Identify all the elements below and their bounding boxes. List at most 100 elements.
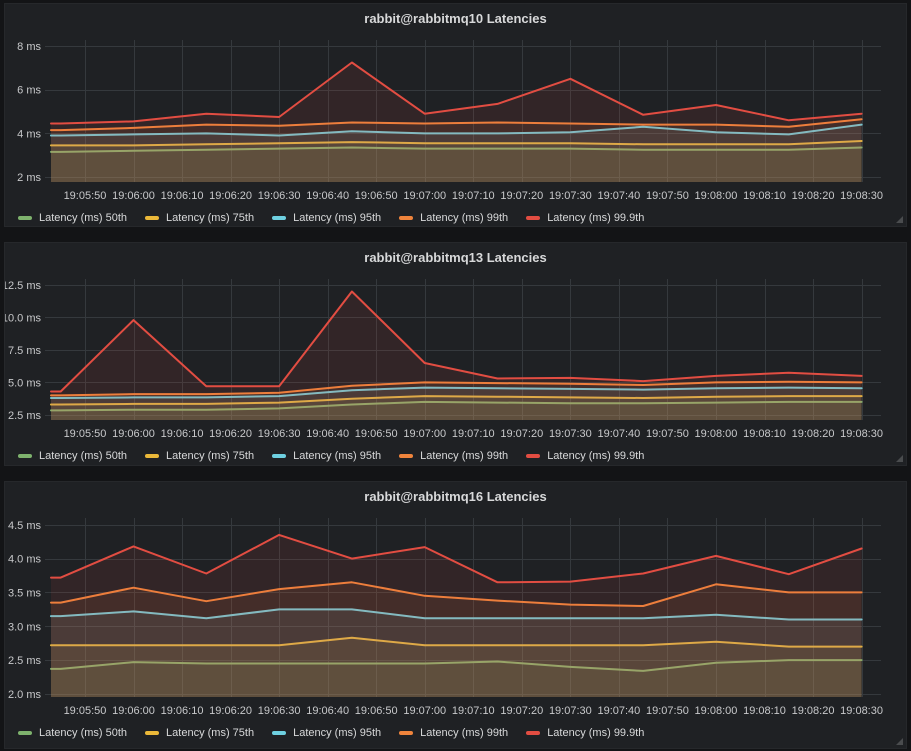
x-tick-label: 19:08:30 [840, 428, 883, 440]
x-tick-label: 19:07:10 [452, 705, 495, 717]
x-tick-label: 19:06:20 [209, 190, 252, 202]
x-tick-label: 19:06:10 [161, 190, 204, 202]
legend-item-50th[interactable]: Latency (ms) 50th [18, 727, 127, 739]
y-tick-label: 4 ms [17, 128, 41, 140]
x-tick-label: 19:08:30 [840, 190, 883, 202]
x-tick-label: 19:06:10 [161, 705, 204, 717]
legend-item-99th[interactable]: Latency (ms) 99th [399, 450, 508, 462]
x-tick-label: 19:08:10 [743, 428, 786, 440]
x-tick-label: 19:07:10 [452, 190, 495, 202]
legend-swatch [272, 454, 286, 458]
legend-item-50th[interactable]: Latency (ms) 50th [18, 450, 127, 462]
legend-swatch [526, 216, 540, 220]
panel-rabbitmq10-latencies: rabbit@rabbitmq10 Latencies 2 ms4 ms6 ms… [4, 3, 907, 227]
graph-legend: Latency (ms) 50th Latency (ms) 75th Latenc… [18, 449, 644, 463]
x-tick-label: 19:07:30 [549, 705, 592, 717]
legend-swatch [272, 216, 286, 220]
y-tick-label: 4.0 ms [8, 554, 42, 566]
x-axis-labels: 19:05:5019:06:0019:06:1019:06:2019:06:30… [64, 428, 883, 440]
x-tick-label: 19:06:40 [306, 705, 349, 717]
legend-item-99.9th[interactable]: Latency (ms) 99.9th [526, 450, 644, 462]
graph-legend: Latency (ms) 50th Latency (ms) 75th Latenc… [18, 726, 644, 740]
y-tick-label: 12.5 ms [5, 280, 41, 292]
latency-graph: 2.0 ms2.5 ms3.0 ms3.5 ms4.0 ms4.5 ms19:0… [5, 482, 908, 750]
x-tick-label: 19:06:40 [306, 428, 349, 440]
legend-item-99.9th[interactable]: Latency (ms) 99.9th [526, 212, 644, 224]
y-axis-labels: 2.0 ms2.5 ms3.0 ms3.5 ms4.0 ms4.5 ms [8, 520, 42, 701]
legend-item-95th[interactable]: Latency (ms) 95th [272, 727, 381, 739]
y-tick-label: 2.0 ms [8, 689, 42, 701]
x-tick-label: 19:08:10 [743, 705, 786, 717]
graph-legend: Latency (ms) 50th Latency (ms) 75th Latenc… [18, 211, 644, 225]
y-tick-label: 2.5 ms [8, 410, 42, 422]
legend-swatch [272, 731, 286, 735]
legend-swatch [145, 454, 159, 458]
x-tick-label: 19:06:50 [355, 190, 398, 202]
x-tick-label: 19:08:20 [792, 705, 835, 717]
legend-item-75th[interactable]: Latency (ms) 75th [145, 727, 254, 739]
panel-title[interactable]: rabbit@rabbitmq13 Latencies [5, 250, 906, 265]
legend-item-95th[interactable]: Latency (ms) 95th [272, 450, 381, 462]
legend-item-75th[interactable]: Latency (ms) 75th [145, 450, 254, 462]
x-tick-label: 19:05:50 [64, 428, 107, 440]
y-tick-label: 6 ms [17, 85, 41, 97]
legend-swatch [399, 454, 413, 458]
legend-item-95th[interactable]: Latency (ms) 95th [272, 212, 381, 224]
legend-item-50th[interactable]: Latency (ms) 50th [18, 212, 127, 224]
y-axis-labels: 2 ms4 ms6 ms8 ms [17, 41, 41, 184]
x-tick-label: 19:08:10 [743, 190, 786, 202]
panel-resize-handle[interactable] [896, 738, 903, 745]
panel-resize-handle[interactable] [896, 216, 903, 223]
x-tick-label: 19:07:40 [597, 705, 640, 717]
legend-label: Latency (ms) 99.9th [547, 450, 644, 462]
y-tick-label: 2 ms [17, 172, 41, 184]
x-tick-label: 19:08:30 [840, 705, 883, 717]
x-tick-label: 19:06:10 [161, 428, 204, 440]
legend-label: Latency (ms) 50th [39, 212, 127, 224]
legend-swatch [526, 454, 540, 458]
x-tick-label: 19:08:00 [695, 428, 738, 440]
legend-label: Latency (ms) 99.9th [547, 212, 644, 224]
graph-area[interactable]: 2 ms4 ms6 ms8 ms19:05:5019:06:0019:06:10… [5, 4, 906, 226]
legend-label: Latency (ms) 99th [420, 212, 508, 224]
legend-swatch [18, 454, 32, 458]
y-axis-labels: 2.5 ms5.0 ms7.5 ms10.0 ms12.5 ms [5, 280, 41, 422]
legend-item-99th[interactable]: Latency (ms) 99th [399, 212, 508, 224]
y-tick-label: 4.5 ms [8, 520, 42, 532]
graph-area[interactable]: 2.0 ms2.5 ms3.0 ms3.5 ms4.0 ms4.5 ms19:0… [5, 482, 906, 748]
panel-resize-handle[interactable] [896, 455, 903, 462]
legend-label: Latency (ms) 95th [293, 212, 381, 224]
x-tick-label: 19:07:20 [500, 705, 543, 717]
x-tick-label: 19:07:30 [549, 428, 592, 440]
graph-area[interactable]: 2.5 ms5.0 ms7.5 ms10.0 ms12.5 ms19:05:50… [5, 243, 906, 465]
grafana-dashboard: { "theme": { "page_background": "#131416… [0, 0, 911, 751]
x-tick-label: 19:06:40 [306, 190, 349, 202]
legend-label: Latency (ms) 95th [293, 727, 381, 739]
x-tick-label: 19:07:00 [403, 190, 446, 202]
x-tick-label: 19:07:50 [646, 190, 689, 202]
x-tick-label: 19:05:50 [64, 190, 107, 202]
x-tick-label: 19:07:20 [500, 428, 543, 440]
legend-label: Latency (ms) 50th [39, 450, 127, 462]
legend-item-99th[interactable]: Latency (ms) 99th [399, 727, 508, 739]
x-tick-label: 19:06:20 [209, 428, 252, 440]
x-axis-labels: 19:05:5019:06:0019:06:1019:06:2019:06:30… [64, 190, 883, 202]
x-tick-label: 19:06:00 [112, 428, 155, 440]
x-tick-label: 19:07:50 [646, 428, 689, 440]
legend-label: Latency (ms) 75th [166, 450, 254, 462]
legend-label: Latency (ms) 99th [420, 450, 508, 462]
panel-title[interactable]: rabbit@rabbitmq10 Latencies [5, 11, 906, 26]
x-tick-label: 19:07:00 [403, 428, 446, 440]
legend-label: Latency (ms) 99th [420, 727, 508, 739]
latency-graph: 2 ms4 ms6 ms8 ms19:05:5019:06:0019:06:10… [5, 4, 908, 228]
x-tick-label: 19:08:20 [792, 428, 835, 440]
legend-swatch [399, 216, 413, 220]
series-fill-99.9th [51, 63, 862, 183]
y-tick-label: 10.0 ms [5, 312, 41, 324]
x-tick-label: 19:06:50 [355, 705, 398, 717]
legend-item-75th[interactable]: Latency (ms) 75th [145, 212, 254, 224]
legend-swatch [526, 731, 540, 735]
legend-item-99.9th[interactable]: Latency (ms) 99.9th [526, 727, 644, 739]
panel-title[interactable]: rabbit@rabbitmq16 Latencies [5, 489, 906, 504]
y-tick-label: 2.5 ms [8, 655, 42, 667]
